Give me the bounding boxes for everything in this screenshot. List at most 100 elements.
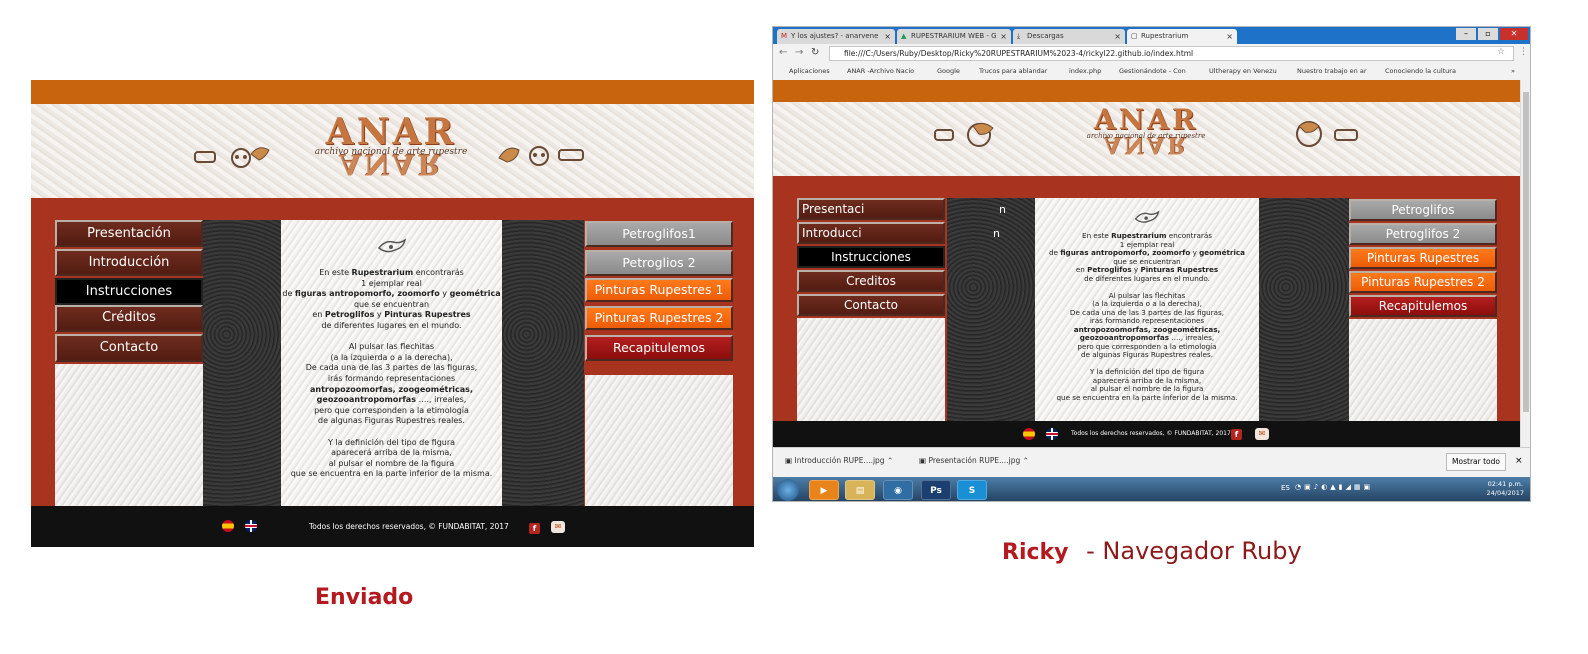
instructions-line: De cada una de las 3 partes de las figur… — [281, 363, 502, 374]
bookmark-index[interactable]: index.php — [1069, 67, 1101, 75]
tab-drive[interactable]: ▲ RUPESTRARIUM WEB - G × — [897, 29, 1011, 44]
menu-introduccion[interactable]: Introducción — [55, 249, 203, 276]
scrollbar-thumb[interactable] — [1523, 92, 1529, 412]
taskbar-clock[interactable]: 02:41 p.m. 24/04/2017 — [1487, 480, 1524, 498]
bookmark-google[interactable]: Google — [937, 67, 960, 75]
instructions-line: Y la definición del tipo de figura — [281, 438, 502, 449]
instructions-fragment: que se encuentra en la parte inferior de… — [1056, 392, 1238, 402]
back-icon[interactable]: ← — [779, 47, 787, 58]
bookmarks-more[interactable]: » — [1511, 67, 1515, 75]
spanish-flag-icon[interactable] — [1023, 428, 1035, 440]
download-item[interactable]: ▣ Presentación RUPE....jpg ⌃ — [919, 456, 1029, 465]
english-flag-icon[interactable] — [1046, 428, 1058, 440]
menu-pinturas-rupestres-2[interactable]: Pinturas Rupestres 2 — [1349, 271, 1497, 293]
close-downloads-icon[interactable]: × — [1515, 456, 1523, 466]
top-orange-bar — [773, 80, 1521, 102]
facebook-icon[interactable]: f — [1231, 429, 1242, 440]
close-icon[interactable]: × — [884, 32, 891, 41]
bookmark-ultherapy[interactable]: Ultherapy en Venezu — [1209, 67, 1277, 75]
logo-subtitle: archivo nacional de arte rupestre — [314, 147, 468, 157]
close-icon[interactable]: × — [1226, 32, 1233, 41]
menu-recapitulemos[interactable]: Recapitulemos — [1349, 295, 1497, 317]
bookmark-gestionandote[interactable]: Gestionándote - Con — [1119, 67, 1186, 75]
chrome-app[interactable]: ◉ — [883, 480, 913, 500]
instructions-fragment: (a la izquierda o a la derecha), — [330, 352, 453, 362]
download-icon: ⤓ — [1017, 32, 1021, 40]
instructions-fragment: y — [374, 310, 385, 320]
skype-app[interactable]: S — [957, 480, 987, 500]
petroglyph-glyphs-right — [497, 140, 591, 170]
file-explorer-app[interactable]: ▤ — [845, 480, 875, 500]
vertical-scrollbar[interactable] — [1520, 80, 1530, 447]
close-window-button[interactable]: ✕ — [1500, 28, 1528, 40]
menu-creditos[interactable]: Créditos — [55, 305, 203, 332]
instructions-text: En este Rupestrarium encontrarás 1 ejempl… — [1035, 231, 1259, 402]
maximize-button[interactable]: ▫ — [1478, 28, 1498, 40]
bookmark-anar[interactable]: ANAR -Archivo Nacio — [847, 67, 914, 75]
reload-icon[interactable]: ↻ — [811, 47, 819, 58]
instructions-line: en Petroglifos y Pinturas Rupestres — [281, 310, 502, 321]
menu-creditos[interactable]: Creditos — [797, 270, 945, 292]
menu-contacto[interactable]: Contacto — [797, 294, 945, 316]
tab-descargas[interactable]: ⤓ Descargas × — [1013, 29, 1125, 44]
instructions-fragment: Pinturas Rupestres — [384, 310, 471, 320]
menu-dots-icon[interactable]: ⋮ — [1519, 47, 1528, 57]
right-dark-panel — [502, 220, 584, 506]
media-player-app[interactable]: ▶ — [809, 480, 839, 500]
instructions-line: aparecerá arriba de la misma, — [281, 448, 502, 459]
bookmark-trucos[interactable]: Trucos para ablandar — [979, 67, 1047, 75]
menu-overflow-letter: n — [993, 227, 1000, 240]
tab-gmail[interactable]: MY los ajustes? - anarvene × — [777, 29, 895, 44]
menu-petroglifos-1[interactable]: Petroglifos1 — [585, 221, 733, 247]
menu-pinturas-rupestres-2[interactable]: Pinturas Rupestres 2 — [585, 306, 733, 330]
close-icon[interactable]: × — [1114, 32, 1121, 41]
site-footer: Todos los derechos reservados, © FUNDABI… — [773, 421, 1521, 447]
instructions-fragment: De cada una de las 3 partes de las figur… — [305, 363, 478, 373]
menu-presentacion[interactable]: Presentación — [55, 220, 203, 247]
instructions-fragment: …., irreales, — [415, 395, 467, 405]
menu-petroglifos-2[interactable]: Petroglios 2 — [585, 250, 733, 276]
download-item[interactable]: ▣ Introducción RUPE....jpg ⌃ — [785, 456, 893, 465]
bookmark-conociendo[interactable]: Conociendo la cultura — [1385, 67, 1456, 75]
bookmark-star-icon[interactable]: ☆ — [1497, 47, 1505, 57]
menu-pinturas-rupestres-1[interactable]: Pinturas Rupestres — [1349, 247, 1497, 269]
instructions-line — [281, 332, 502, 343]
english-flag-icon[interactable] — [245, 520, 257, 532]
petroglyph-icon — [1296, 121, 1358, 147]
spanish-flag-icon[interactable] — [222, 520, 234, 532]
menu-presentacion[interactable]: Presentaci — [797, 198, 945, 220]
instructions-line: al pulsar el nombre de la figura — [281, 459, 502, 470]
tab-rupestrarium[interactable]: ▢ Rupestrarium × — [1127, 29, 1237, 44]
menu-instrucciones[interactable]: Instrucciones — [797, 246, 945, 268]
menu-recapitulemos[interactable]: Recapitulemos — [585, 335, 733, 361]
url-field[interactable]: file:///C:/Users/Ruby/Desktop/Ricky%20RU… — [829, 46, 1514, 61]
show-all-downloads-button[interactable]: Mostrar todo — [1446, 453, 1506, 471]
photoshop-app[interactable]: Ps — [921, 480, 951, 500]
minimize-button[interactable]: – — [1456, 28, 1476, 40]
menu-pinturas-rupestres-1[interactable]: Pinturas Rupestres 1 — [585, 278, 733, 302]
menu-instrucciones[interactable]: Instrucciones — [55, 278, 203, 305]
logo-subtitle: archivo nacional de arte rupestre — [1086, 132, 1206, 140]
instructions-fragment: pero que corresponden a la etimología — [314, 405, 469, 415]
instructions-line: que se encuentra en la parte inferior de… — [281, 469, 502, 480]
facebook-icon[interactable]: f — [529, 523, 540, 534]
language-indicator[interactable]: ES — [1281, 484, 1290, 492]
menu-contacto[interactable]: Contacto — [55, 334, 203, 362]
mail-icon[interactable]: ✉ — [1255, 428, 1269, 440]
download-filename: Presentación RUPE....jpg — [928, 456, 1021, 465]
instructions-fragment: al pulsar el nombre de la figura — [328, 458, 455, 468]
petroglyph-glyphs-left — [933, 120, 1005, 150]
forward-icon[interactable]: → — [795, 47, 803, 58]
instructions-fragment: y — [1190, 248, 1200, 257]
menu-petroglifos-2[interactable]: Petroglifos 2 — [1349, 223, 1497, 245]
menu-petroglifos-1[interactable]: Petroglifos — [1349, 199, 1497, 221]
bookmark-aplicaciones[interactable]: Aplicaciones — [789, 67, 830, 75]
anar-logo: ANAR ANAR archivo nacional de arte rupes… — [281, 114, 501, 190]
menu-introduccion[interactable]: Introducci — [797, 222, 945, 244]
mail-icon[interactable]: ✉ — [551, 521, 565, 533]
start-button[interactable] — [777, 479, 799, 501]
bookmark-nuestro-trabajo[interactable]: Nuestro trabajo en ar — [1297, 67, 1367, 75]
bookmarks-bar: Aplicaciones ANAR -Archivo Nacio Google … — [773, 64, 1530, 80]
close-icon[interactable]: × — [1000, 32, 1007, 41]
left-dark-panel — [947, 198, 1035, 421]
